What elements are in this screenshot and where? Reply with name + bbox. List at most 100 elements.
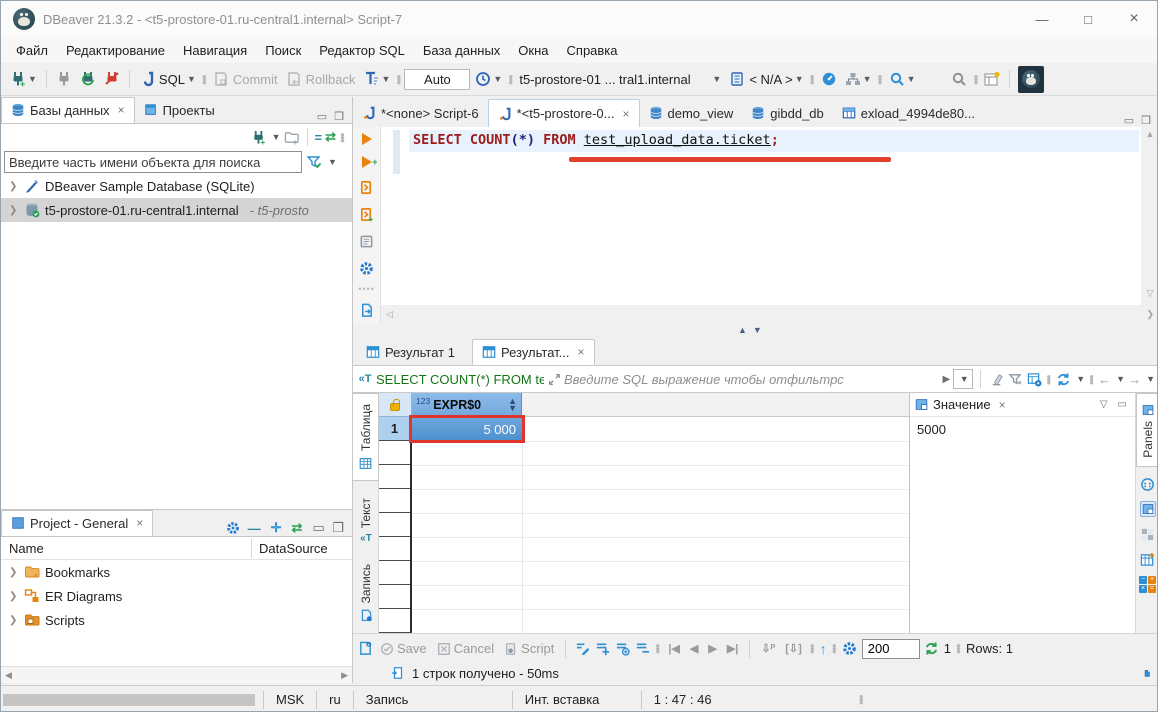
plug-new-icon[interactable]: + <box>251 129 267 145</box>
editor-tab-t5-prostore[interactable]: *<t5-prostore-0... × <box>488 99 640 127</box>
row-number-cell[interactable] <box>379 585 412 609</box>
editor-minmax-buttons[interactable]: ▭ ❒ <box>1124 114 1158 127</box>
sash-collapse-icons[interactable]: ▲▼ <box>738 325 768 335</box>
fetch-all-icon[interactable]: [⇩] <box>782 642 805 655</box>
close-icon[interactable]: × <box>578 345 585 359</box>
chevron-down-icon[interactable]: ▼ <box>328 157 337 167</box>
tree-item-sample-db[interactable]: ❯ DBeaver Sample Database (SQLite) <box>1 174 352 198</box>
sql-table-ref[interactable]: test_upload_data.ticket <box>584 132 771 148</box>
new-sql-editor-button[interactable]: SQL ▼ <box>136 69 199 89</box>
row-number-cell[interactable] <box>379 441 412 465</box>
filter-history-dropdown[interactable]: ▼ <box>953 369 973 389</box>
close-icon[interactable]: × <box>622 107 629 121</box>
rollback-button[interactable]: Rollback <box>283 69 359 89</box>
add-row-icon[interactable] <box>594 641 610 657</box>
chevron-down-icon[interactable]: ▼ <box>1116 374 1125 384</box>
gear-icon[interactable] <box>359 260 375 276</box>
editor-tab-demo-view[interactable]: demo_view <box>640 99 743 127</box>
gear-icon[interactable] <box>226 521 240 535</box>
connect-button[interactable] <box>53 69 75 89</box>
project-hscrollbar[interactable]: ◀ ▶ <box>1 666 352 683</box>
fetch-next-page-icon[interactable]: ⇩ᴾ <box>758 642 778 655</box>
chevron-down-icon[interactable]: ▼ <box>272 132 281 142</box>
quick-search-button[interactable] <box>948 69 970 89</box>
nav-back-icon[interactable]: ← <box>1098 372 1111 387</box>
column-name[interactable]: Name <box>1 541 44 556</box>
expand-chevron-icon[interactable]: ❯ <box>9 567 19 578</box>
reconnect-button[interactable] <box>77 69 99 89</box>
value-content[interactable]: 5000 <box>910 417 1135 442</box>
execute-script-new-icon[interactable]: + <box>359 206 375 222</box>
sql-editor[interactable]: SELECT COUNT(*) FROM test_upload_data.ti… <box>381 127 1141 305</box>
scroll-left-icon[interactable]: ◀ <box>5 670 12 681</box>
presentation-tab-grid[interactable]: Таблица <box>353 393 379 481</box>
save-button[interactable]: Save <box>377 639 430 658</box>
panel-minmax-buttons[interactable]: ▭ ❒ <box>312 520 346 536</box>
project-item-bookmarks[interactable]: ❯ Bookmarks <box>1 560 352 584</box>
last-row-icon[interactable]: ▶| <box>724 642 742 655</box>
link-with-editor-icon[interactable]: ⇄ <box>325 129 336 145</box>
tab-databases[interactable]: Базы данных × <box>1 97 135 123</box>
value-viewer-toggle-icon[interactable] <box>1140 501 1156 517</box>
filter-sql-input[interactable] <box>564 372 940 387</box>
editor-tab-exload[interactable]: exload_4994de80... <box>833 99 984 127</box>
execute-statement-icon[interactable] <box>362 133 372 145</box>
tab-result-1[interactable]: Результат 1 <box>357 339 464 365</box>
value-panel-menu-icon[interactable]: ▽ <box>1100 399 1108 410</box>
disconnect-button[interactable] <box>101 69 123 89</box>
refresh-green-icon[interactable] <box>924 641 940 657</box>
open-perspective-button[interactable] <box>981 69 1003 89</box>
project-item-scripts[interactable]: ❯ Scripts <box>1 608 352 632</box>
editor-hscrollbar[interactable]: ◁ ❯ <box>381 305 1158 323</box>
minimize-button[interactable]: — <box>1019 2 1065 36</box>
row-number-cell[interactable]: 1 <box>379 417 412 441</box>
nav-forward-icon[interactable]: → <box>1128 372 1141 387</box>
language-field[interactable]: ru <box>317 692 353 707</box>
presentation-tab-text[interactable]: Текст «T <box>353 489 379 553</box>
new-folder-icon[interactable]: + <box>284 129 300 145</box>
scroll-up-icon[interactable]: ▲ <box>1146 129 1155 139</box>
search-metadata-button[interactable]: ▼ <box>886 69 919 89</box>
expand-chevron-icon[interactable]: ❯ <box>9 591 19 602</box>
execute-script-icon[interactable] <box>359 179 375 195</box>
object-search-input[interactable] <box>4 151 302 173</box>
menu-database[interactable]: База данных <box>414 40 509 61</box>
scrollbar-thumb[interactable] <box>3 694 255 706</box>
dbeaver-perspective-button[interactable] <box>1018 66 1044 93</box>
expand-all-icon[interactable]: ✛ <box>271 520 284 536</box>
row-number-cell[interactable] <box>379 489 412 513</box>
tx-history-button[interactable]: ▼ <box>472 69 505 89</box>
menu-search[interactable]: Поиск <box>256 40 310 61</box>
new-connection-button[interactable]: + ▼ <box>7 69 40 89</box>
first-row-icon[interactable]: |◀ <box>665 642 683 655</box>
editor-results-sash[interactable]: ▲▼ <box>353 323 1158 337</box>
close-icon[interactable]: × <box>136 516 143 530</box>
menu-windows[interactable]: Окна <box>509 40 557 61</box>
export-data-icon[interactable]: ↑ <box>820 641 827 657</box>
scroll-right-icon[interactable]: ▶ <box>341 670 348 681</box>
editor-tab-gibdd-db[interactable]: gibdd_db <box>742 99 833 127</box>
grid-corner-cell[interactable] <box>379 393 412 417</box>
menu-sql-editor[interactable]: Редактор SQL <box>310 40 414 61</box>
tab-project-general[interactable]: Project - General × <box>1 510 153 536</box>
transaction-log-button[interactable]: ▼ <box>361 69 394 89</box>
apply-filter-icon[interactable]: ▶ <box>943 374 951 385</box>
refresh-icon[interactable] <box>1055 371 1071 387</box>
delete-row-icon[interactable] <box>634 641 650 657</box>
execute-new-tab-icon[interactable]: + <box>362 156 372 168</box>
save-report-icon[interactable] <box>1143 665 1158 681</box>
expand-filter-icon[interactable] <box>547 372 561 386</box>
maximize-button[interactable]: □ <box>1065 2 1111 36</box>
cancel-button[interactable]: Cancel <box>434 639 497 658</box>
eraser-icon[interactable] <box>988 371 1004 387</box>
aggregate-panel-icon[interactable] <box>1140 551 1156 567</box>
menu-help[interactable]: Справка <box>558 40 627 61</box>
collapse-all-icon[interactable]: = <box>315 130 323 145</box>
export-result-icon[interactable] <box>359 302 375 318</box>
filters-menu-icon[interactable] <box>1007 371 1023 387</box>
fetch-size-input[interactable] <box>862 639 920 659</box>
presentation-tab-record[interactable]: Запись <box>353 561 379 625</box>
gear-icon[interactable] <box>842 641 858 657</box>
panels-tab[interactable]: Panels <box>1136 393 1158 467</box>
script-button[interactable]: Script <box>501 639 557 658</box>
